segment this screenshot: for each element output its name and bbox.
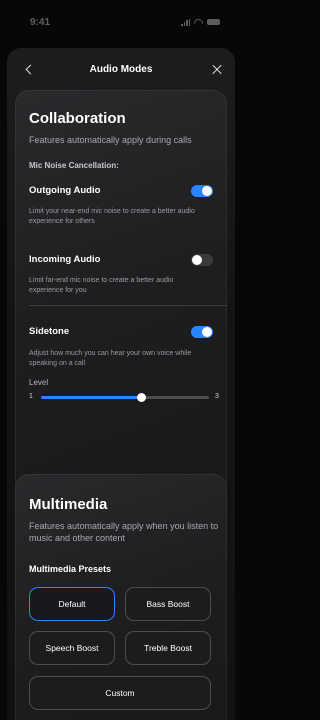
nav-bar: Audio Modes bbox=[7, 48, 235, 90]
preset-bass-boost-button[interactable]: Bass Boost bbox=[125, 587, 211, 621]
close-icon[interactable] bbox=[209, 61, 225, 77]
multimedia-subtitle: Features automatically apply when you li… bbox=[29, 521, 219, 543]
multimedia-presets-label: Multimedia Presets bbox=[29, 564, 112, 574]
preset-default-button[interactable]: Default bbox=[29, 587, 115, 621]
slider-min-label: 1 bbox=[29, 393, 33, 400]
mic-noise-cancellation-label: Mic Noise Cancellation: bbox=[29, 161, 119, 170]
collaboration-title: Collaboration bbox=[29, 110, 126, 127]
incoming-audio-description: Limit far-end mic noise to create a bett… bbox=[29, 277, 174, 294]
slider-max-label: 3 bbox=[215, 393, 219, 400]
slider-fill bbox=[41, 396, 142, 399]
toggle-knob bbox=[202, 327, 212, 337]
toggle-knob bbox=[202, 186, 212, 196]
outgoing-audio-toggle[interactable] bbox=[191, 185, 213, 197]
preset-treble-boost-button[interactable]: Treble Boost bbox=[125, 631, 211, 665]
incoming-audio-title: Incoming Audio bbox=[29, 254, 101, 265]
page-title: Audio Modes bbox=[89, 63, 153, 75]
audio-modes-sheet: Audio Modes Collaboration Features autom… bbox=[7, 48, 235, 720]
incoming-audio-toggle[interactable] bbox=[191, 254, 213, 266]
multimedia-card: Multimedia Features automatically apply … bbox=[15, 474, 227, 720]
collaboration-card: Collaboration Features automatically app… bbox=[15, 90, 227, 502]
divider bbox=[29, 305, 227, 306]
signal-icon bbox=[181, 18, 190, 26]
sidetone-title: Sidetone bbox=[29, 326, 70, 337]
status-time: 9:41 bbox=[30, 16, 51, 28]
slider-thumb[interactable] bbox=[137, 393, 147, 402]
sidetone-description: Adjust how much you can hear your own vo… bbox=[29, 350, 192, 367]
collaboration-subtitle: Features automatically apply during call… bbox=[29, 135, 192, 145]
sidetone-level-label: Level bbox=[29, 378, 49, 387]
status-bar: 9:41 bbox=[0, 0, 242, 44]
outgoing-audio-description: Limit your near-end mic noise to create … bbox=[29, 208, 195, 225]
preset-custom-button[interactable]: Custom bbox=[29, 676, 211, 710]
toggle-knob bbox=[192, 255, 202, 265]
preset-speech-boost-button[interactable]: Speech Boost bbox=[29, 631, 115, 665]
sidetone-toggle[interactable] bbox=[191, 326, 213, 338]
status-icons bbox=[181, 18, 220, 26]
wifi-icon bbox=[194, 19, 203, 26]
multimedia-title: Multimedia bbox=[29, 496, 108, 513]
sidetone-level-slider[interactable] bbox=[41, 393, 209, 402]
back-chevron-icon[interactable] bbox=[21, 61, 37, 77]
battery-icon bbox=[207, 19, 220, 25]
outgoing-audio-title: Outgoing Audio bbox=[29, 185, 101, 196]
